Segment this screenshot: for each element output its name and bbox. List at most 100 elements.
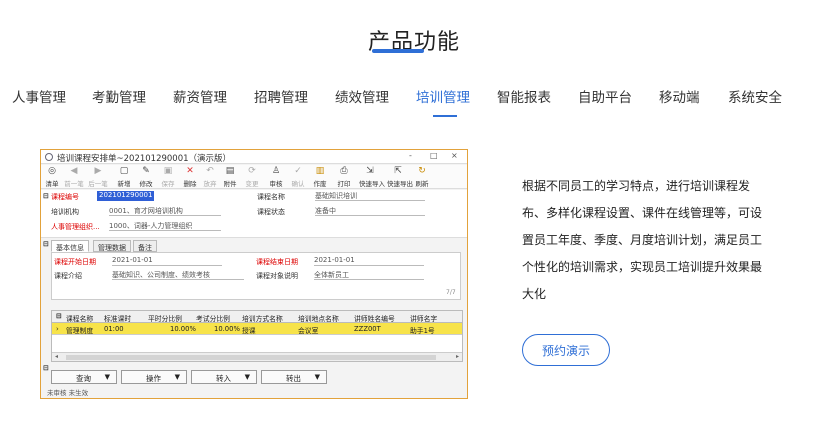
feature-tabs: 人事管理 考勤管理 薪资管理 招聘管理 绩效管理 培训管理 智能报表 自助平台 … — [0, 86, 828, 110]
grid-col-header[interactable]: 标准课时 — [104, 313, 131, 323]
grid-scrollbar[interactable]: ◂ ▸ — [52, 352, 462, 361]
course-no-field[interactable]: 202101290001 — [97, 191, 155, 201]
tab-payroll[interactable]: 薪资管理 — [173, 86, 227, 106]
refresh-button[interactable]: ↻ 刷新 — [411, 167, 433, 189]
bottom-buttons: ⊟ 查询 ▼ 操作 ▼ 转入 ▼ 转出 ▼ — [41, 364, 467, 386]
training-schedule-screenshot: 培训课程安排单~202101290001（演示版） - □ × ◎ 清单 ◀ 前一笔… — [40, 149, 468, 399]
discard-icon: ↶ — [206, 166, 214, 176]
grid-cell[interactable]: ZZZ00T — [354, 325, 381, 333]
detail-subtabs: ⊟ 基本信息 管理数据 备注 — [41, 240, 467, 252]
feature-description: 根据不同员工的学习特点，进行培训课程发布、多样化课程设置、课件在线管理等，可设置… — [522, 179, 763, 301]
grid-cell[interactable]: 10.00% — [214, 325, 240, 333]
list-button[interactable]: ◎ 清单 — [41, 167, 63, 189]
subtab-basic[interactable]: 基本信息 — [51, 240, 89, 252]
end-date-field[interactable]: 2021-01-01 — [314, 256, 424, 266]
scroll-right-icon[interactable]: ▸ — [456, 353, 459, 360]
dropdown-arrow-icon: ▼ — [174, 373, 180, 381]
scroll-left-icon[interactable]: ◂ — [55, 353, 58, 360]
grid-col-header[interactable]: 考试分比例 — [196, 313, 230, 323]
grid-col-header[interactable]: 讲师名字 — [410, 313, 437, 323]
grid-col-header[interactable]: 培训方式名称 — [242, 313, 283, 323]
new-button[interactable]: ▢ 新增 — [113, 166, 135, 189]
next-button[interactable]: ▶ 后一笔 — [87, 166, 109, 189]
row-pointer-icon: › — [56, 325, 59, 333]
scrollbar-thumb[interactable] — [66, 355, 436, 360]
tab-training[interactable]: 培训管理 — [416, 86, 470, 106]
dropdown-arrow-icon: ▼ — [104, 373, 110, 381]
subtab-remarks[interactable]: 备注 — [133, 240, 157, 252]
tab-performance[interactable]: 绩效管理 — [335, 86, 389, 106]
tab-security[interactable]: 系统安全 — [728, 86, 782, 106]
change-button[interactable]: ⟳ 变更 — [241, 167, 263, 189]
grid-cell[interactable]: 10.00% — [170, 325, 196, 333]
audit-button[interactable]: ♙ 审核 — [265, 167, 287, 189]
table-row[interactable]: › 管理制度 01:00 10.00% 10.00% 授课 会议室 ZZZ00T… — [52, 323, 462, 335]
minimize-icon[interactable]: - — [409, 151, 412, 160]
discard-button[interactable]: ↶ 放弃 — [199, 166, 221, 189]
import-button[interactable]: ⇲ 快速导入 — [359, 166, 385, 189]
attach-icon: ▤ — [225, 166, 235, 176]
subtab-manage-data[interactable]: 管理数据 — [93, 240, 131, 252]
transfer-out-button[interactable]: 转出 ▼ — [261, 370, 327, 384]
tab-reports[interactable]: 智能报表 — [497, 86, 551, 106]
tab-hr[interactable]: 人事管理 — [12, 86, 66, 106]
collapse-icon[interactable]: ⊟ — [43, 240, 49, 248]
start-date-label: 课程开始日期 — [54, 258, 96, 266]
print-button[interactable]: ⎙ 打印 — [333, 167, 355, 189]
new-icon: ▢ — [119, 166, 129, 176]
status-label: 课程状态 — [257, 208, 285, 216]
char-counter: 7/7 — [446, 289, 456, 296]
next-icon: ▶ — [94, 166, 102, 176]
grid-cell[interactable]: 授课 — [242, 325, 256, 335]
window-toolbar: ◎ 清单 ◀ 前一笔 ▶ 后一笔 ▢ 新增 ✎ 修改 ▣ 保存 ✕ 删除 ↶ 放弃 ▤ 附件 ⟳ 变… — [41, 165, 467, 189]
export-button[interactable]: ⇱ 快速导出 — [387, 166, 413, 189]
tab-mobile[interactable]: 移动端 — [659, 86, 700, 106]
void-icon: ▥ — [315, 166, 325, 176]
hr-org-label: 人事管理组织... — [51, 223, 100, 231]
course-name-field[interactable]: 基础知识培训 — [315, 191, 425, 201]
grid-col-header[interactable]: 平时分比例 — [148, 313, 182, 323]
delete-icon: ✕ — [186, 166, 194, 176]
active-tab-indicator — [433, 115, 457, 117]
grid-cell[interactable]: 01:00 — [104, 325, 124, 333]
book-demo-button[interactable]: 预约演示 — [522, 334, 610, 366]
query-button[interactable]: 查询 ▼ — [51, 370, 117, 384]
grid-cell[interactable]: 管理制度 — [66, 325, 93, 335]
status-field[interactable]: 准备中 — [315, 206, 425, 216]
export-icon: ⇱ — [394, 166, 402, 176]
grid-cell[interactable]: 会议室 — [298, 325, 318, 335]
confirm-button[interactable]: ✓ 确认 — [287, 167, 309, 189]
org-field[interactable]: 0001、育才网培训机构 — [109, 206, 221, 216]
title-underline — [372, 49, 424, 53]
course-intro-field[interactable]: 基础知识、公司制度、绩效考核 — [112, 270, 244, 280]
basic-info-panel: 课程开始日期 2021-01-01 课程结束日期 2021-01-01 课程介绍… — [51, 252, 461, 300]
tab-recruitment[interactable]: 招聘管理 — [254, 86, 308, 106]
attach-button[interactable]: ▤ 附件 — [219, 166, 241, 189]
collapse-icon[interactable]: ⊟ — [56, 312, 62, 320]
window-title: 培训课程安排单~202101290001（演示版） — [57, 154, 232, 164]
grid-cell[interactable]: 助手1号 — [410, 325, 435, 335]
grid-col-header[interactable]: 课程名称 — [66, 313, 93, 323]
collapse-icon[interactable]: ⊟ — [43, 364, 49, 372]
close-icon[interactable]: × — [451, 151, 458, 160]
grid-col-header[interactable]: 培训地点名称 — [298, 313, 339, 323]
tab-attendance[interactable]: 考勤管理 — [92, 86, 146, 106]
void-button[interactable]: ▥ 作废 — [309, 166, 331, 189]
edit-button[interactable]: ✎ 修改 — [135, 167, 157, 189]
operate-button[interactable]: 操作 ▼ — [121, 370, 187, 384]
course-grid: ⊟ 课程名称 标准课时 平时分比例 考试分比例 培训方式名称 培训地点名称 讲师… — [51, 310, 463, 362]
collapse-icon[interactable]: ⊟ — [43, 192, 49, 200]
prev-icon: ◀ — [70, 166, 78, 176]
maximize-icon[interactable]: □ — [430, 151, 438, 160]
start-date-field[interactable]: 2021-01-01 — [112, 256, 222, 266]
transfer-in-button[interactable]: 转入 ▼ — [191, 370, 257, 384]
hr-org-field[interactable]: 1000、词器-人力管理组织 — [109, 221, 221, 231]
save-button[interactable]: ▣ 保存 — [157, 166, 179, 189]
import-icon: ⇲ — [366, 166, 374, 176]
target-field[interactable]: 全体新员工 — [314, 270, 424, 280]
prev-button[interactable]: ◀ 前一笔 — [63, 166, 85, 189]
tab-self-service[interactable]: 自助平台 — [578, 86, 632, 106]
delete-button[interactable]: ✕ 删除 — [179, 166, 201, 189]
grid-col-header[interactable]: 讲师姓名编号 — [354, 313, 395, 323]
save-icon: ▣ — [163, 166, 173, 176]
